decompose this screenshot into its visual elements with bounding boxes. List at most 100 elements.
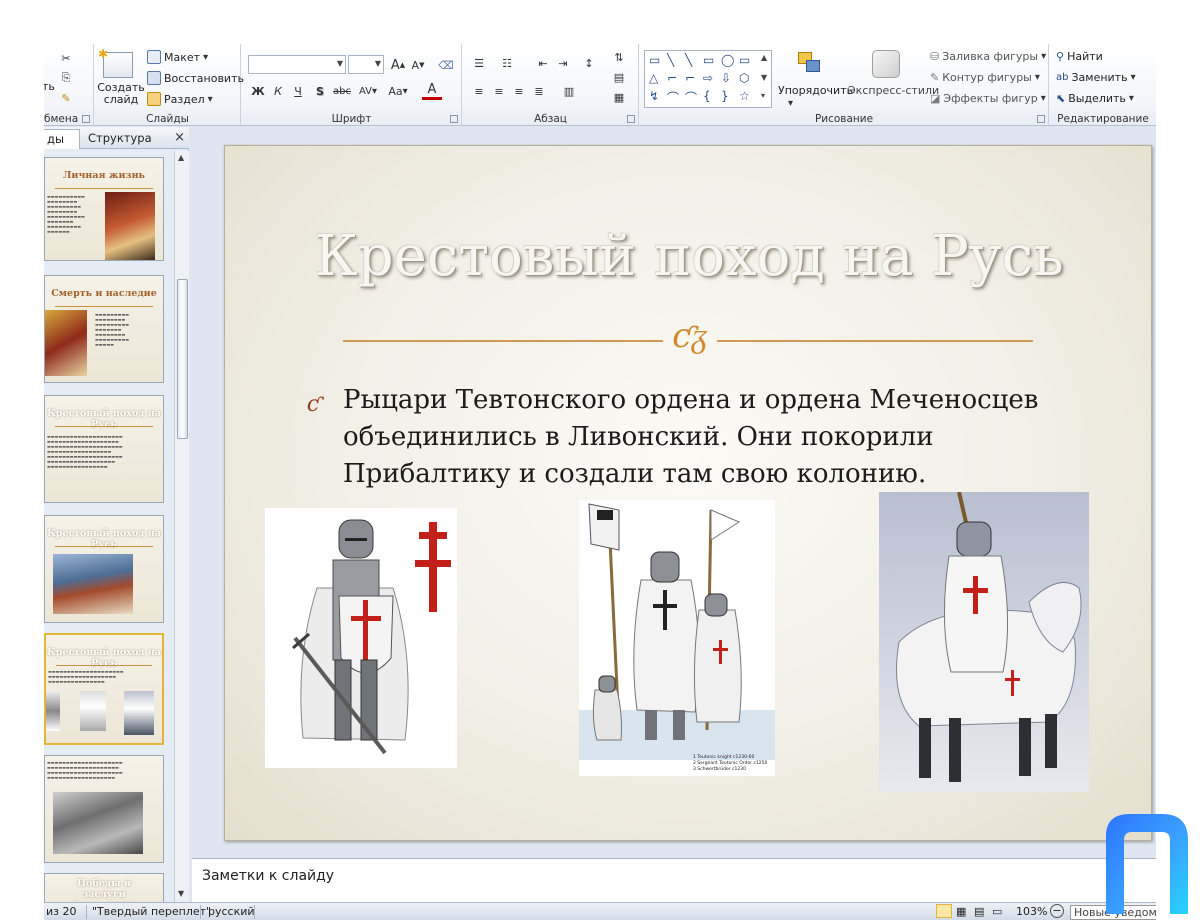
shapes-gallery[interactable]: ▭ ╲ ╲ ▭ ◯ ▭ △ ⌐ ⌐ ⇨ ⇩ ⬡ ↯ ⌒ ⌒{} ☆ ▲ ▼ ▾ bbox=[644, 50, 772, 108]
underline-button[interactable]: Ч bbox=[288, 82, 308, 100]
clear-format-icon[interactable]: ⌫ bbox=[436, 56, 456, 74]
quick-styles-button[interactable]: Экспресс-стили bbox=[848, 84, 939, 97]
smartart-icon[interactable]: ▦ bbox=[609, 88, 629, 106]
italic-button[interactable]: К bbox=[268, 82, 288, 100]
shadow-button[interactable]: S bbox=[310, 82, 330, 100]
copy-icon[interactable]: ⎘ bbox=[56, 69, 76, 87]
section-button[interactable]: Раздел ▾ bbox=[147, 92, 213, 106]
scroll-thumb[interactable] bbox=[177, 279, 188, 439]
tab-outline[interactable]: Структура bbox=[82, 129, 158, 149]
layout-button[interactable]: Макет ▾ bbox=[147, 50, 208, 64]
align-text-icon[interactable]: ▤ bbox=[609, 68, 629, 86]
slide-title[interactable]: Крестовый поход на Русь bbox=[225, 224, 1153, 289]
section-icon bbox=[147, 92, 161, 106]
powerpoint-window: ть ✂ ⎘ ✎ бмена ✱ Создать слайд Макет ▾ Во… bbox=[44, 44, 1156, 920]
shape-fill-button[interactable]: ⛁ Заливка фигуры ▾ bbox=[930, 50, 1046, 63]
char-spacing-button[interactable]: AV ▾ bbox=[358, 82, 378, 100]
close-icon[interactable]: × bbox=[174, 130, 185, 145]
line-spacing-icon[interactable]: ↕ bbox=[579, 54, 599, 72]
strikethrough-button[interactable]: abc bbox=[332, 82, 352, 100]
change-case-button[interactable]: Aa ▾ bbox=[388, 82, 408, 100]
normal-view-icon[interactable] bbox=[936, 904, 952, 918]
slide-thumbnail[interactable]: Смерть и наследие ▬▬▬▬▬▬▬▬▬ ▬▬▬▬▬▬▬▬ ▬▬▬▬▬… bbox=[44, 275, 164, 383]
increase-indent-icon[interactable]: ⇥ bbox=[553, 54, 573, 72]
font-group: ▼ ▼ A ▲ A ▼ ⌫ Ж К Ч S abc AV ▾ Aa ▾ A Шрифт bbox=[242, 44, 462, 126]
paste-button[interactable]: ть bbox=[44, 80, 55, 93]
find-button[interactable]: ⚲ Найти bbox=[1056, 50, 1103, 63]
slideshow-icon[interactable]: ▭ bbox=[992, 905, 1002, 918]
bold-button[interactable]: Ж bbox=[248, 82, 268, 100]
replace-button[interactable]: ab Заменить ▾ bbox=[1056, 71, 1136, 84]
bullet-icon: ƈ bbox=[307, 392, 320, 417]
cut-icon[interactable]: ✂ bbox=[56, 49, 76, 67]
slide-sorter-icon[interactable]: ▦ bbox=[956, 905, 966, 918]
scroll-up-icon[interactable]: ▲ bbox=[178, 153, 184, 162]
replace-icon: ab bbox=[1056, 72, 1069, 83]
thumbnail-divider bbox=[55, 546, 153, 547]
align-left-icon[interactable]: ≡ bbox=[469, 82, 489, 100]
slide-thumbnail[interactable]: Личная жизнь ▬▬▬▬▬▬▬▬▬▬ ▬▬▬▬▬▬▬▬ ▬▬▬▬▬▬▬▬▬… bbox=[44, 157, 164, 261]
justify-icon[interactable]: ≣ bbox=[529, 82, 549, 100]
clipboard-group: ть ✂ ⎘ ✎ бмена bbox=[44, 44, 94, 126]
font-size-combo[interactable]: ▼ bbox=[348, 55, 384, 74]
reset-button[interactable]: Восстановить bbox=[147, 71, 244, 85]
thumbnail-picture bbox=[124, 691, 154, 735]
thumbnail-divider bbox=[55, 306, 153, 307]
new-slide-button[interactable]: Создать слайд bbox=[97, 82, 145, 106]
font-color-button[interactable]: A bbox=[422, 82, 442, 100]
shape-outline-button[interactable]: ✎ Контур фигуры ▾ bbox=[930, 71, 1040, 84]
cursor-icon: ⬉ bbox=[1056, 92, 1066, 105]
reading-view-icon[interactable]: ▤ bbox=[974, 905, 984, 918]
knight-with-shield-picture[interactable] bbox=[265, 508, 457, 768]
slide-thumbnail[interactable]: Крестовый поход на Русь bbox=[44, 515, 164, 623]
notes-pane[interactable]: Заметки к слайду bbox=[192, 858, 1156, 902]
align-center-icon[interactable]: ≡ bbox=[489, 82, 509, 100]
decrease-indent-icon[interactable]: ⇤ bbox=[533, 54, 553, 72]
slide-body-text[interactable]: Рыцари Тевтонского ордена и ордена Мечен… bbox=[343, 382, 1063, 493]
font-launcher-icon[interactable] bbox=[450, 115, 458, 123]
drawing-launcher-icon[interactable] bbox=[1037, 115, 1045, 123]
arrange-button[interactable]: Упорядочить bbox=[778, 84, 853, 97]
caption-line: 3 Schwertbrüder c1230 bbox=[693, 766, 746, 772]
ribbon: ть ✂ ⎘ ✎ бмена ✱ Создать слайд Макет ▾ Во… bbox=[44, 44, 1156, 126]
language-indicator[interactable]: русский bbox=[208, 905, 255, 918]
text-direction-icon[interactable]: ⇅ bbox=[609, 48, 629, 66]
grow-font-button[interactable]: A ▲ bbox=[388, 56, 408, 74]
theme-name[interactable]: "Твердый переплет" bbox=[92, 905, 211, 918]
thumbnail-title: Смерть и наследие bbox=[51, 288, 157, 299]
panel-scrollbar[interactable]: ▲ ▼ bbox=[174, 151, 189, 902]
scroll-down-icon[interactable]: ▼ bbox=[178, 889, 184, 898]
notes-placeholder[interactable]: Заметки к слайду bbox=[202, 868, 334, 884]
pen-icon: ✎ bbox=[930, 71, 940, 84]
arrange-dropdown-icon[interactable]: ▾ bbox=[788, 98, 793, 109]
binoculars-icon: ⚲ bbox=[1056, 50, 1065, 63]
bullets-icon[interactable]: ☰ bbox=[469, 54, 489, 72]
clipboard-launcher-icon[interactable] bbox=[82, 115, 90, 123]
thumbnail-divider bbox=[55, 426, 153, 427]
slide-thumbnail-selected[interactable]: Крестовый поход на Русь ▬▬▬▬▬▬▬▬▬▬▬▬▬▬▬▬… bbox=[44, 633, 164, 745]
font-family-combo[interactable]: ▼ bbox=[248, 55, 346, 74]
mounted-knight-picture[interactable] bbox=[879, 492, 1089, 792]
slide-thumbnail[interactable]: Крестовый поход на Русь ▬▬▬▬▬▬▬▬▬▬▬▬▬▬▬▬… bbox=[44, 395, 164, 503]
slide-thumbnail[interactable]: Победы и заслуги Александра Невского bbox=[44, 873, 164, 902]
thumbnail-picture bbox=[80, 691, 106, 731]
format-painter-icon[interactable]: ✎ bbox=[56, 89, 76, 107]
columns-icon[interactable]: ▥ bbox=[559, 82, 579, 100]
tab-slides[interactable]: ды bbox=[44, 129, 80, 149]
effects-icon: ◪ bbox=[930, 92, 941, 105]
new-slide-icon[interactable]: ✱ bbox=[98, 47, 133, 78]
zoom-level[interactable]: 103% bbox=[1016, 905, 1047, 918]
status-separator bbox=[200, 905, 201, 919]
slide-canvas[interactable]: Крестовый поход на Русь ƈᵹ ƈ Рыцари Тевт… bbox=[224, 145, 1152, 841]
teutonic-knights-picture[interactable]: 1 Teutonic knight c1230-60 2 Sergeant Te… bbox=[579, 500, 775, 776]
thumbnail-text: ▬▬▬▬▬▬▬▬▬▬▬▬▬▬▬▬▬▬▬▬▬▬▬▬▬▬▬▬▬▬▬▬▬▬▬▬▬▬▬▬… bbox=[48, 669, 124, 684]
paragraph-launcher-icon[interactable] bbox=[627, 115, 635, 123]
select-button[interactable]: ⬉ Выделить ▾ bbox=[1056, 92, 1134, 105]
numbering-icon[interactable]: ☷ bbox=[497, 54, 517, 72]
shrink-font-button[interactable]: A ▼ bbox=[408, 56, 428, 74]
thumbnail-picture bbox=[53, 554, 133, 614]
shape-effects-button[interactable]: ◪ Эффекты фигур ▾ bbox=[930, 92, 1046, 105]
align-right-icon[interactable]: ≡ bbox=[509, 82, 529, 100]
slide-thumbnail[interactable]: ▬▬▬▬▬▬▬▬▬▬▬▬▬▬▬▬▬▬▬▬ ▬▬▬▬▬▬▬▬▬▬▬▬▬▬▬▬▬▬▬ ▬… bbox=[44, 755, 164, 863]
zoom-out-icon[interactable]: − bbox=[1050, 904, 1064, 918]
